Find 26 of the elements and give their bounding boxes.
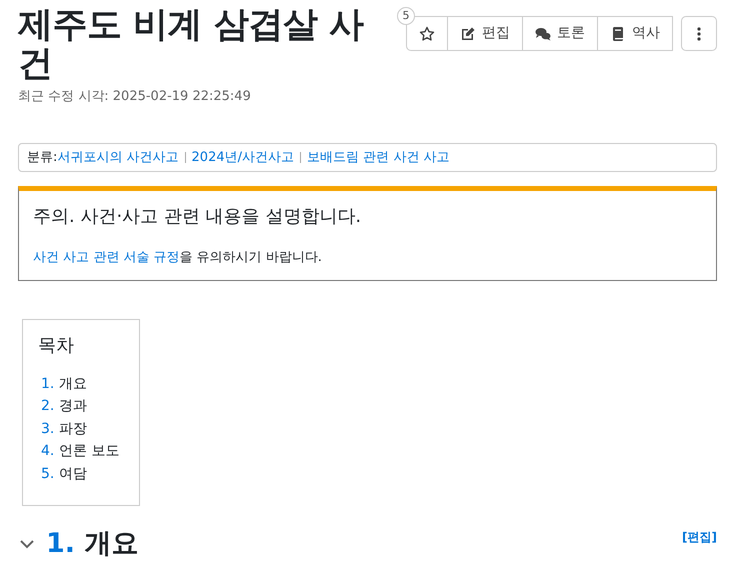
edit-icon <box>460 26 476 42</box>
chat-icon <box>535 26 551 42</box>
toc-item[interactable]: 4. 언론 보도 <box>38 440 120 462</box>
history-button[interactable]: 역사 <box>598 16 673 51</box>
book-icon <box>610 26 626 42</box>
last-modified-text: 최근 수정 시각: 2025-02-19 22:25:49 <box>18 88 252 106</box>
edit-button[interactable]: 편집 <box>448 16 523 51</box>
category-label: 분류: <box>27 148 58 166</box>
toc-item[interactable]: 3. 파장 <box>38 418 120 440</box>
rules-link[interactable]: 사건 사고 관련 서술 규정 <box>33 250 180 265</box>
star-count-badge: 5 <box>397 7 415 25</box>
toc-item[interactable]: 5. 여담 <box>38 462 120 485</box>
page-title: 제주도 비계 삼겹살 사건 <box>18 6 365 83</box>
section-edit-link[interactable]: [편집] <box>682 528 717 546</box>
section-heading: 1. 개요 <box>46 528 138 560</box>
discuss-button[interactable]: 토론 <box>523 16 598 51</box>
toc-title: 목차 <box>38 334 75 358</box>
more-icon <box>697 26 701 40</box>
notice-text: 사건 사고 관련 서술 규정 을 유의하시기 바랍니다. <box>33 249 323 267</box>
notice-title: 주의. 사건·사고 관련 내용을 설명합니다. <box>33 205 362 229</box>
category-link[interactable]: 보배드림 관련 사건 사고 <box>307 148 450 167</box>
category-link[interactable]: 2024년/사건사고 <box>192 148 294 167</box>
category-link[interactable]: 서귀포시의 사건사고 <box>57 148 179 167</box>
star-icon <box>419 26 435 42</box>
toc-item[interactable]: 1. 개요 <box>38 372 120 395</box>
toc-item[interactable]: 2. 경과 <box>38 395 120 418</box>
